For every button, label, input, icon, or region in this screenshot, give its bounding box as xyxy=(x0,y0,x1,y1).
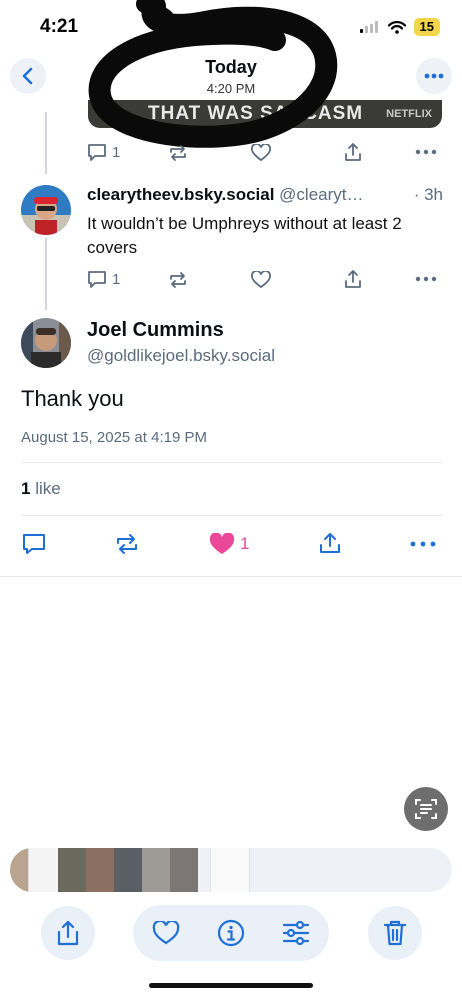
reply-more-button[interactable] xyxy=(415,276,437,282)
likes-label: like xyxy=(35,479,61,498)
status-icons: 15 xyxy=(359,18,440,36)
adjust-button[interactable] xyxy=(282,920,310,946)
prev-repost-button[interactable] xyxy=(168,144,188,162)
thumbnail[interactable] xyxy=(58,848,86,892)
reply-icon xyxy=(88,144,106,161)
trash-icon xyxy=(383,920,407,946)
scribble-annotation xyxy=(88,0,338,148)
thumbnail[interactable] xyxy=(86,848,114,892)
prev-reply-count: 1 xyxy=(112,144,121,161)
share-button[interactable] xyxy=(318,531,342,555)
live-text-button[interactable] xyxy=(404,787,448,831)
heart-icon xyxy=(251,144,271,162)
share-icon xyxy=(320,533,340,553)
home-indicator[interactable] xyxy=(149,983,313,988)
author-handle[interactable]: @goldlikejoel.bsky.social xyxy=(87,346,275,366)
reply-like-button[interactable] xyxy=(251,271,271,289)
repost-icon xyxy=(170,272,186,288)
likes-count-link[interactable]: 1 like xyxy=(21,479,61,499)
reply-repost-button[interactable] xyxy=(168,271,188,289)
like-count: 1 xyxy=(240,534,250,553)
more-icon xyxy=(415,149,437,155)
more-button[interactable] xyxy=(410,541,436,547)
reply-reply-count: 1 xyxy=(112,271,121,288)
heart-icon xyxy=(152,921,179,945)
reply-reply-button[interactable]: 1 xyxy=(87,270,120,289)
wifi-icon xyxy=(387,20,406,34)
banner-badge: NETFLIX xyxy=(386,108,432,120)
heart-icon xyxy=(251,271,271,289)
reply-display-name[interactable]: clearytheev.bsky.social xyxy=(87,185,274,204)
thumbnail[interactable] xyxy=(10,848,28,892)
thumbnail-selected[interactable] xyxy=(210,848,250,892)
reply-share-button[interactable] xyxy=(343,269,363,289)
likes-count: 1 xyxy=(21,479,31,498)
thumbnail[interactable] xyxy=(114,848,142,892)
prev-reply-button[interactable]: 1 xyxy=(87,143,120,162)
reply-icon xyxy=(88,271,106,288)
reply-header: clearytheev.bsky.social @clearyt… · 3h xyxy=(87,185,443,205)
favorite-button[interactable] xyxy=(152,921,180,945)
reply-handle[interactable]: @clearyt… xyxy=(279,185,363,204)
delete-photo-button[interactable] xyxy=(368,906,422,960)
battery-indicator: 15 xyxy=(413,18,440,36)
photo-thumbnail-strip[interactable] xyxy=(10,848,452,892)
thread-line xyxy=(45,112,47,174)
more-icon xyxy=(415,276,437,282)
post-timestamp: August 15, 2025 at 4:19 PM xyxy=(21,429,207,446)
post-text: Thank you xyxy=(21,386,124,411)
share-icon xyxy=(57,920,79,946)
adjust-icon xyxy=(283,920,310,946)
photo-actions-group xyxy=(133,905,329,961)
reply-time: · 3h xyxy=(413,185,443,204)
repost-icon xyxy=(117,534,137,554)
share-icon xyxy=(345,270,361,288)
reply-icon xyxy=(23,534,45,554)
like-button[interactable]: 1 xyxy=(209,533,249,555)
repost-button[interactable] xyxy=(115,533,139,555)
info-icon xyxy=(217,919,245,947)
repost-icon xyxy=(170,145,186,161)
signal-icon xyxy=(359,21,378,33)
heart-filled-icon xyxy=(209,533,235,554)
reply-button[interactable] xyxy=(22,533,46,555)
status-time: 4:21 xyxy=(40,16,79,37)
reply-text: It wouldn’t be Umphreys without at least… xyxy=(87,214,402,257)
info-button[interactable] xyxy=(217,919,245,947)
divider xyxy=(21,462,442,463)
reply-avatar[interactable] xyxy=(21,185,71,235)
share-photo-button[interactable] xyxy=(41,906,95,960)
prev-share-button[interactable] xyxy=(343,142,363,162)
divider xyxy=(21,515,442,516)
thumbnail[interactable] xyxy=(142,848,170,892)
prev-more-button[interactable] xyxy=(415,149,437,155)
divider xyxy=(0,576,462,577)
more-icon xyxy=(410,541,436,547)
author-avatar[interactable] xyxy=(21,318,71,368)
thumbnail[interactable] xyxy=(28,848,59,892)
share-icon xyxy=(345,143,361,161)
thread-line xyxy=(45,238,47,310)
prev-like-button[interactable] xyxy=(251,144,271,162)
author-name[interactable]: Joel Cummins xyxy=(87,319,224,342)
thumbnail[interactable] xyxy=(170,848,198,892)
live-text-icon xyxy=(415,799,437,819)
